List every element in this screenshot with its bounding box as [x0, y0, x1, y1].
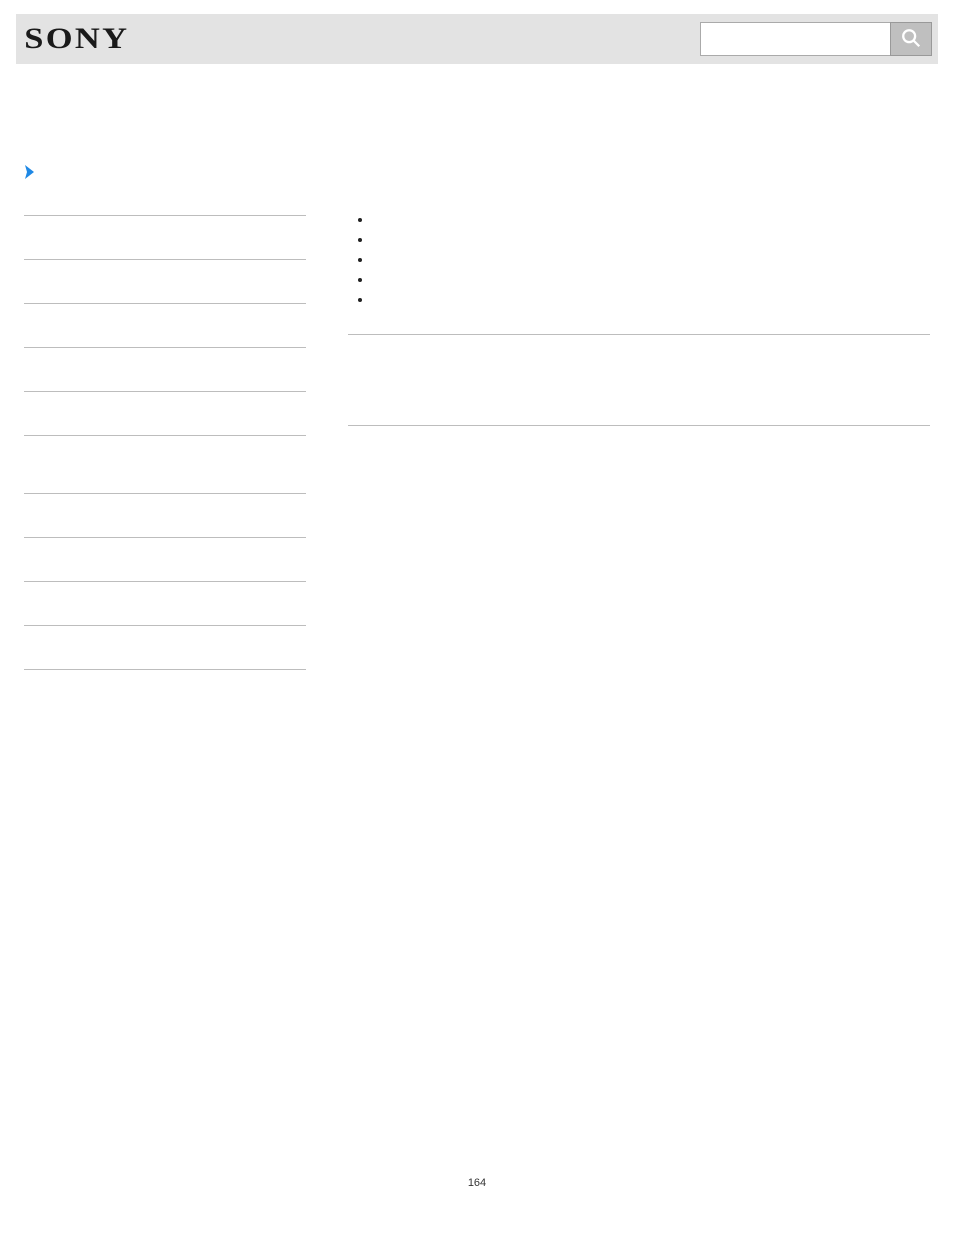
search-icon — [900, 27, 922, 52]
bullet-list — [348, 212, 930, 306]
content-divider — [348, 334, 930, 335]
page-number: 164 — [0, 1177, 954, 1189]
main-content — [348, 212, 930, 670]
sidebar-item-3[interactable] — [24, 304, 306, 348]
sidebar-item-0[interactable] — [24, 172, 306, 216]
sidebar-item-1[interactable] — [24, 216, 306, 260]
list-item — [372, 272, 930, 286]
sidebar-nav — [24, 172, 306, 670]
sidebar-item-8[interactable] — [24, 538, 306, 582]
search-button[interactable] — [890, 22, 932, 56]
search-input[interactable] — [700, 22, 890, 56]
sidebar-item-6[interactable] — [24, 436, 306, 494]
list-item — [372, 252, 930, 266]
header-bar: SONY — [16, 14, 938, 64]
brand-logo: SONY — [22, 22, 129, 56]
sidebar-item-7[interactable] — [24, 494, 306, 538]
chevron-right-icon — [24, 164, 38, 185]
list-item — [372, 292, 930, 306]
sidebar-item-10[interactable] — [24, 626, 306, 670]
list-item — [372, 232, 930, 246]
sidebar-item-4[interactable] — [24, 348, 306, 392]
sidebar-item-2[interactable] — [24, 260, 306, 304]
list-item — [372, 212, 930, 226]
sidebar-item-9[interactable] — [24, 582, 306, 626]
content-divider — [348, 425, 930, 426]
search-container — [700, 22, 932, 56]
sidebar-item-5[interactable] — [24, 392, 306, 436]
